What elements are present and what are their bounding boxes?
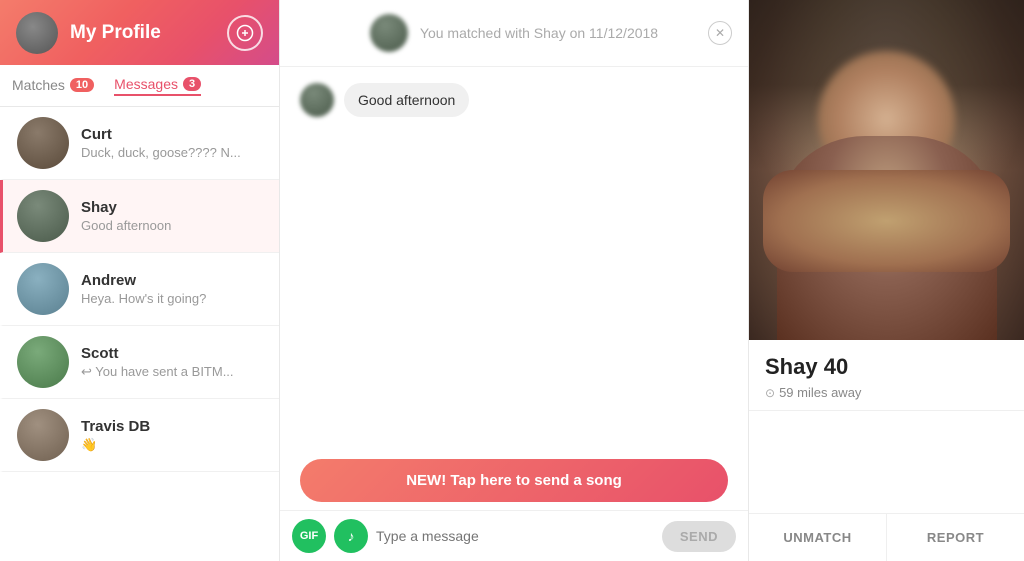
- match-avatar-curt: [17, 117, 69, 169]
- music-button[interactable]: ♪: [334, 519, 368, 553]
- match-item-scott[interactable]: Scott ↩ You have sent a BITM...: [0, 326, 279, 399]
- chat-panel: You matched with Shay on 11/12/2018 ✕ Go…: [280, 0, 749, 561]
- profile-name: Shay: [765, 354, 818, 379]
- chat-input-bar: GIF ♪ SEND: [280, 510, 748, 561]
- match-preview-scott: ↩ You have sent a BITM...: [81, 364, 265, 380]
- match-name-shay: Shay: [81, 199, 265, 216]
- match-avatar-travis: [17, 409, 69, 461]
- banner-text: You matched with Shay on 11/12/2018: [420, 25, 658, 41]
- unmatch-button[interactable]: UNMATCH: [749, 513, 887, 561]
- message-row: Good afternoon: [300, 83, 728, 117]
- match-banner: You matched with Shay on 11/12/2018 ✕: [280, 0, 748, 67]
- profile-title: My Profile: [70, 22, 215, 44]
- match-avatar-andrew: [17, 263, 69, 315]
- match-name-curt: Curt: [81, 126, 265, 143]
- tabs-bar: Matches 10 Messages 3: [0, 65, 279, 107]
- match-item-curt[interactable]: Curt Duck, duck, goose???? N...: [0, 107, 279, 180]
- profile-settings-button[interactable]: [227, 15, 263, 51]
- close-banner-button[interactable]: ✕: [708, 21, 732, 45]
- message-avatar-shay: [300, 83, 334, 117]
- match-name-andrew: Andrew: [81, 272, 265, 289]
- match-avatar-shay: [17, 190, 69, 242]
- tab-matches[interactable]: Matches 10: [12, 77, 94, 95]
- match-preview-travis: 👋: [81, 437, 265, 453]
- match-name-scott: Scott: [81, 345, 265, 362]
- my-profile-avatar: [16, 12, 58, 54]
- banner-avatar: [370, 14, 408, 52]
- profile-actions: UNMATCH REPORT: [749, 411, 1024, 561]
- tab-messages[interactable]: Messages 3: [114, 76, 201, 96]
- match-avatar-scott: [17, 336, 69, 388]
- profile-info: Shay 40 ⊙ 59 miles away: [749, 340, 1024, 411]
- report-button[interactable]: REPORT: [887, 513, 1024, 561]
- match-item-andrew[interactable]: Andrew Heya. How's it going?: [0, 253, 279, 326]
- send-button[interactable]: SEND: [662, 521, 736, 552]
- location-icon: ⊙: [765, 386, 775, 400]
- match-item-shay[interactable]: Shay Good afternoon: [0, 180, 279, 253]
- match-preview-shay: Good afternoon: [81, 218, 265, 233]
- message-input[interactable]: [376, 522, 654, 550]
- profile-panel: Shay 40 ⊙ 59 miles away UNMATCH REPORT: [749, 0, 1024, 561]
- match-name-travis: Travis DB: [81, 418, 265, 435]
- profile-name-age: Shay 40: [765, 354, 1008, 380]
- send-song-button[interactable]: NEW! Tap here to send a song: [300, 459, 728, 502]
- profile-photo: [749, 0, 1024, 340]
- gif-button[interactable]: GIF: [292, 519, 326, 553]
- match-preview-curt: Duck, duck, goose???? N...: [81, 145, 265, 160]
- message-bubble: Good afternoon: [344, 83, 469, 117]
- profile-distance: ⊙ 59 miles away: [765, 385, 1008, 400]
- match-list: Curt Duck, duck, goose???? N... Shay Goo…: [0, 107, 279, 561]
- profile-header: My Profile: [0, 0, 279, 65]
- chat-messages: Good afternoon: [280, 67, 748, 451]
- match-preview-andrew: Heya. How's it going?: [81, 291, 265, 306]
- match-item-travis[interactable]: Travis DB 👋: [0, 399, 279, 472]
- sidebar: My Profile Matches 10 Messages 3 Curt Du…: [0, 0, 280, 561]
- messages-badge: 3: [183, 77, 201, 91]
- matches-badge: 10: [70, 78, 94, 92]
